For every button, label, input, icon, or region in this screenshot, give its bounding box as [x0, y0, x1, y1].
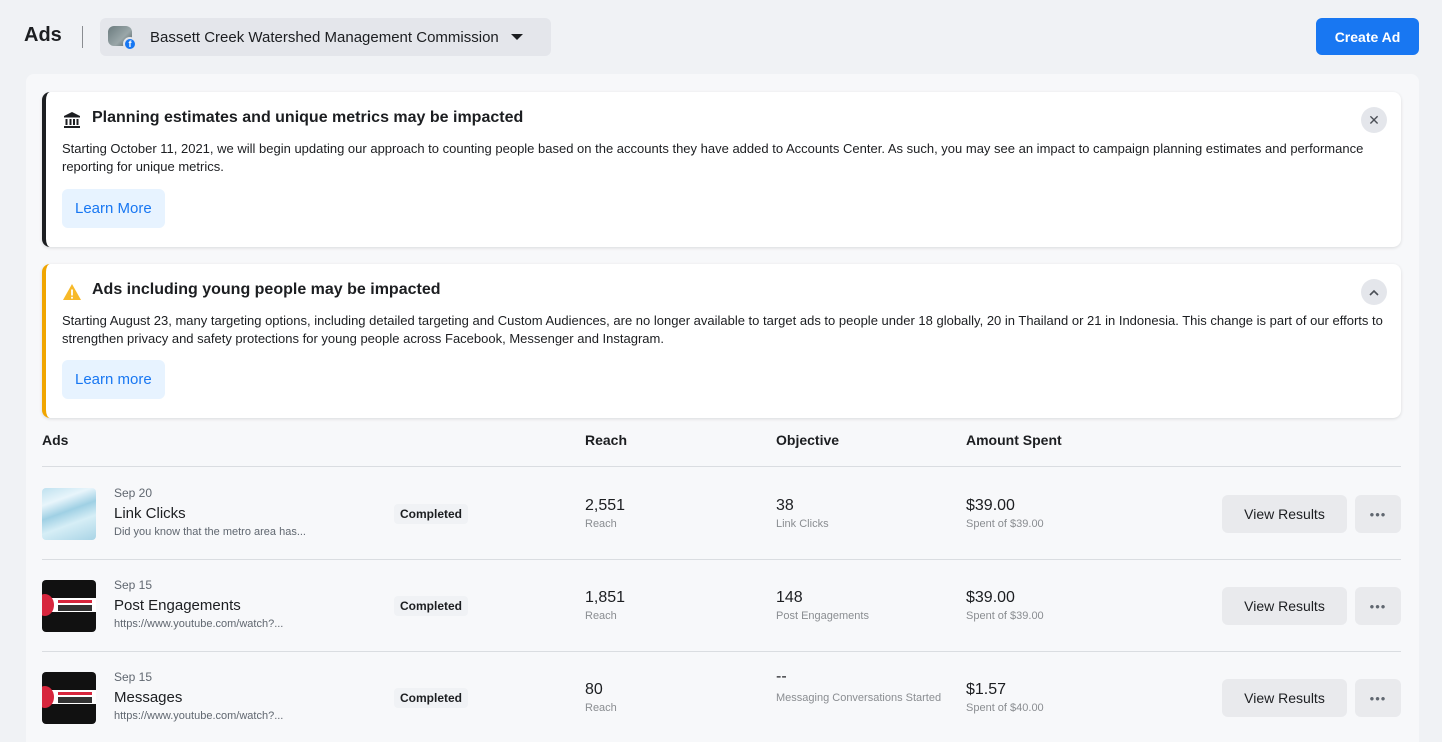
amount-spent-value: $39.00	[966, 589, 1015, 606]
bank-icon	[64, 112, 80, 128]
page-selector-dropdown[interactable]: f Bassett Creek Watershed Management Com…	[100, 18, 551, 56]
warning-icon	[63, 284, 81, 300]
reach-label: Reach	[585, 518, 617, 530]
view-results-button[interactable]: View Results	[1222, 587, 1347, 625]
notice-body: Starting August 23, many targeting optio…	[62, 313, 1383, 346]
objective-value: 38	[776, 497, 794, 514]
notice-young-people: Ads including young people may be impact…	[42, 264, 1401, 418]
top-bar: Ads f Bassett Creek Watershed Management…	[0, 0, 1442, 75]
column-header-ads: Ads	[42, 432, 69, 448]
ad-date: Sep 15	[114, 578, 153, 592]
amount-spent-value: $1.57	[966, 681, 1007, 698]
ad-date: Sep 20	[114, 486, 153, 500]
ad-thumbnail	[42, 672, 96, 724]
view-results-button[interactable]: View Results	[1222, 495, 1347, 533]
ad-name: Messages	[114, 689, 183, 706]
more-options-icon[interactable]: •••	[1355, 495, 1401, 533]
objective-value: --	[776, 668, 787, 685]
ad-name: Post Engagements	[114, 597, 241, 614]
amount-spent-label: Spent of $39.00	[966, 610, 1044, 622]
create-ad-button[interactable]: Create Ad	[1316, 18, 1419, 55]
main-panel: Planning estimates and unique metrics ma…	[26, 74, 1419, 742]
learn-more-button[interactable]: Learn more	[62, 360, 165, 399]
notice-body: Starting October 11, 2021, we will begin…	[62, 141, 1364, 174]
status-badge: Completed	[394, 596, 469, 616]
ad-thumbnail	[42, 488, 96, 540]
ad-description: https://www.youtube.com/watch?...	[114, 710, 284, 722]
notice-title: Planning estimates and unique metrics ma…	[92, 109, 524, 126]
reach-value: 80	[585, 681, 603, 698]
table-row[interactable]: Sep 15 Post Engagements https://www.yout…	[42, 560, 1401, 652]
reach-value: 1,851	[585, 589, 626, 606]
ad-thumbnail	[42, 580, 96, 632]
amount-spent-label: Spent of $39.00	[966, 518, 1044, 530]
amount-spent-label: Spent of $40.00	[966, 702, 1044, 714]
ad-date: Sep 15	[114, 670, 153, 684]
objective-label: Post Engagements	[776, 610, 869, 622]
page-name: Bassett Creek Watershed Management Commi…	[150, 28, 499, 46]
more-options-icon[interactable]: •••	[1355, 587, 1401, 625]
ads-table-header: Ads Reach Objective Amount Spent	[42, 432, 1401, 467]
notice-title: Ads including young people may be impact…	[92, 281, 441, 298]
status-badge: Completed	[394, 688, 469, 708]
column-header-amount-spent: Amount Spent	[966, 432, 1062, 448]
more-options-icon[interactable]: •••	[1355, 679, 1401, 717]
table-row[interactable]: Sep 20 Link Clicks Did you know that the…	[42, 468, 1401, 560]
reach-value: 2,551	[585, 497, 626, 514]
ad-description: https://www.youtube.com/watch?...	[114, 618, 284, 630]
chevron-up-icon[interactable]	[1361, 279, 1387, 305]
reach-label: Reach	[585, 610, 617, 622]
view-results-button[interactable]: View Results	[1222, 679, 1347, 717]
close-icon[interactable]: ✕	[1361, 107, 1387, 133]
notice-planning-estimates: Planning estimates and unique metrics ma…	[42, 92, 1401, 247]
learn-more-button[interactable]: Learn More	[62, 189, 165, 228]
table-row[interactable]: Sep 15 Messages https://www.youtube.com/…	[42, 652, 1401, 742]
objective-label: Messaging Conversations Started	[776, 692, 942, 704]
column-header-objective: Objective	[776, 432, 840, 448]
status-badge: Completed	[394, 504, 469, 524]
column-header-reach: Reach	[585, 432, 628, 448]
objective-value: 148	[776, 589, 803, 606]
header-divider	[82, 26, 83, 48]
caret-down-icon	[510, 34, 523, 40]
page-avatar: f	[108, 24, 137, 51]
reach-label: Reach	[585, 702, 617, 714]
ad-name: Link Clicks	[114, 505, 186, 522]
page-title: Ads	[24, 24, 62, 46]
facebook-icon: f	[123, 37, 137, 51]
ad-description: Did you know that the metro area has...	[114, 526, 306, 538]
amount-spent-value: $39.00	[966, 497, 1015, 514]
objective-label: Link Clicks	[776, 518, 829, 530]
